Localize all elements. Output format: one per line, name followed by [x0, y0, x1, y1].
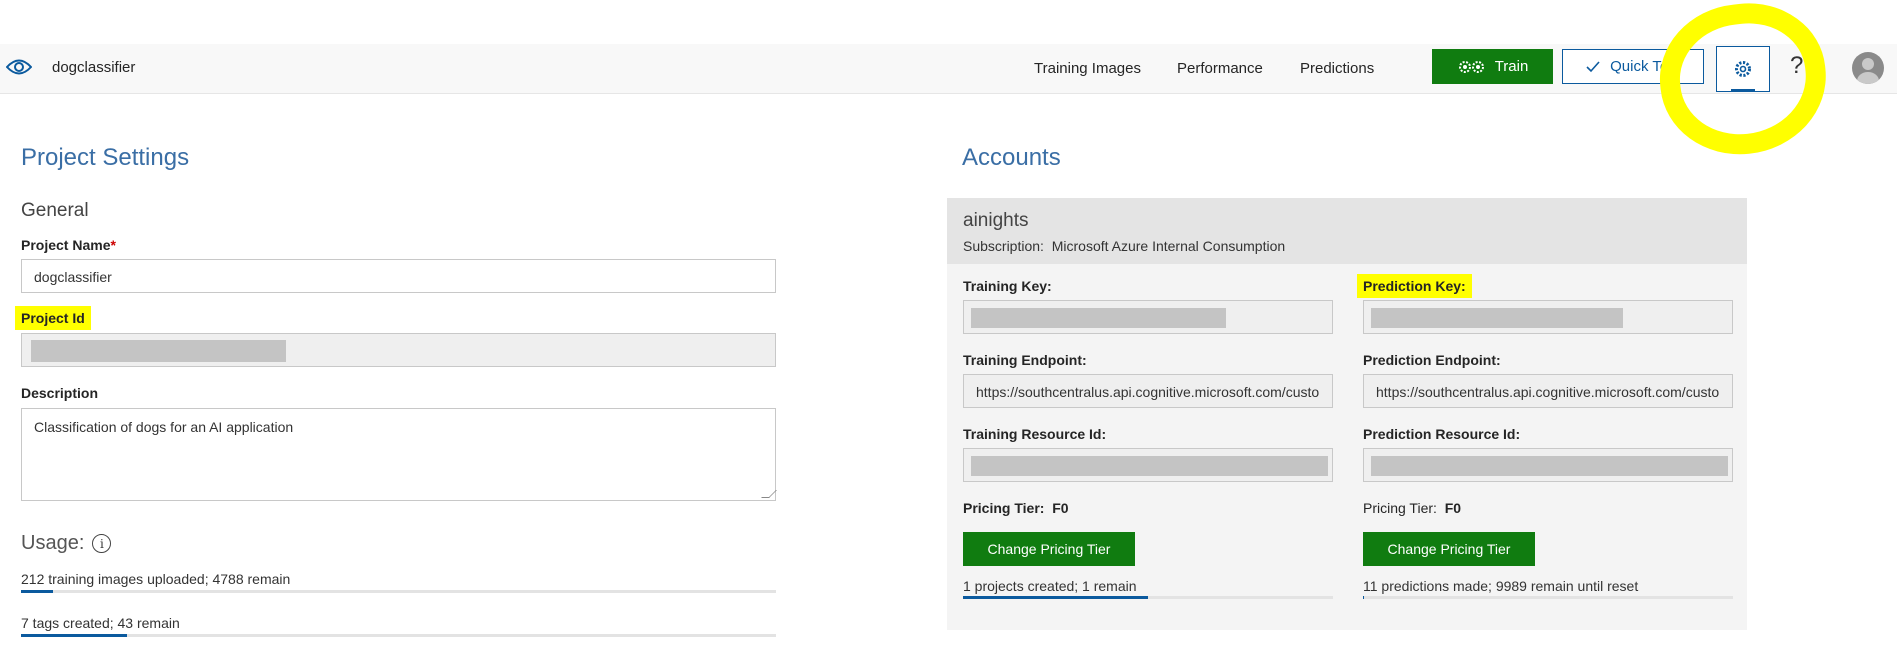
prediction-key-label: Prediction Key:	[1357, 274, 1472, 298]
project-name-label: Project Name*	[21, 237, 116, 253]
quick-test-button[interactable]: Quick Test	[1562, 49, 1704, 84]
subscription: Subscription: Microsoft Azure Internal C…	[963, 238, 1286, 254]
project-name: dogclassifier	[52, 59, 136, 76]
prediction-endpoint-field[interactable]: https://southcentralus.api.cognitive.mic…	[1363, 374, 1733, 408]
nav-performance[interactable]: Performance	[1177, 60, 1263, 77]
redacted-project-id	[31, 340, 286, 362]
train-button[interactable]: Train	[1432, 49, 1553, 84]
nav-training-images[interactable]: Training Images	[1034, 60, 1141, 77]
training-images-usage: 212 training images uploaded; 4788 remai…	[21, 571, 291, 587]
description-textarea[interactable]: Classification of dogs for an AI applica…	[21, 408, 777, 501]
usage-heading: Usage: i	[21, 532, 112, 555]
accounts-heading: Accounts	[962, 144, 1061, 171]
prediction-change-tier-button[interactable]: Change Pricing Tier	[1363, 532, 1535, 566]
description-label: Description	[21, 385, 99, 401]
checkmark-icon	[1586, 60, 1600, 72]
training-resource-label: Training Resource Id:	[963, 426, 1107, 442]
prediction-endpoint-label: Prediction Endpoint:	[1363, 352, 1501, 368]
resize-handle[interactable]	[761, 490, 777, 498]
predictions-usage: 11 predictions made; 9989 remain until r…	[1363, 578, 1639, 594]
training-change-tier-button[interactable]: Change Pricing Tier	[963, 532, 1135, 566]
nav-predictions[interactable]: Predictions	[1300, 60, 1374, 77]
training-key-label: Training Key:	[963, 278, 1052, 294]
prediction-pricing-tier: Pricing Tier: F0	[1363, 500, 1462, 516]
projects-progress	[963, 596, 1333, 599]
required-marker: *	[110, 237, 116, 253]
description-text: Classification of dogs for an AI applica…	[34, 419, 294, 435]
training-images-progress	[21, 590, 776, 593]
avatar-icon[interactable]	[1852, 52, 1884, 84]
general-heading: General	[21, 200, 89, 221]
predictions-progress	[1363, 596, 1733, 599]
settings-button[interactable]	[1716, 46, 1770, 92]
account-name: ainights	[963, 210, 1029, 231]
eye-icon[interactable]	[6, 56, 32, 78]
info-icon[interactable]: i	[92, 534, 112, 553]
training-endpoint-label: Training Endpoint:	[963, 352, 1087, 368]
tags-usage: 7 tags created; 43 remain	[21, 615, 180, 631]
prediction-resource-label: Prediction Resource Id:	[1363, 426, 1521, 442]
usage-title: Usage:	[21, 532, 85, 554]
account-header: ainights Subscription: Microsoft Azure I…	[947, 198, 1747, 264]
tags-progress	[21, 634, 776, 637]
training-pricing-tier: Pricing Tier: F0	[963, 500, 1069, 516]
train-label: Train	[1494, 58, 1529, 75]
help-icon[interactable]: ?	[1790, 52, 1803, 80]
gear-icon	[1735, 61, 1751, 77]
quick-test-label: Quick Test	[1610, 58, 1680, 75]
page-title: Project Settings	[21, 144, 190, 171]
redacted-prediction-resource	[1371, 456, 1728, 476]
projects-usage: 1 projects created; 1 remain	[963, 578, 1137, 594]
gears-icon	[1458, 60, 1484, 73]
training-endpoint-field[interactable]: https://southcentralus.api.cognitive.mic…	[963, 374, 1333, 408]
redacted-training-resource	[971, 456, 1328, 476]
redacted-prediction-key	[1371, 308, 1623, 328]
project-name-input[interactable]: dogclassifier	[21, 259, 776, 293]
redacted-training-key	[971, 308, 1226, 328]
top-bar: dogclassifier Training Images Performanc…	[0, 44, 1897, 94]
project-id-label: Project Id	[15, 306, 91, 330]
account-panel: ainights Subscription: Microsoft Azure I…	[947, 198, 1747, 630]
